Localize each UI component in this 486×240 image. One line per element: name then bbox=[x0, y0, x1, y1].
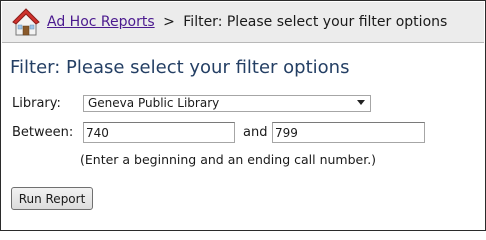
window-frame: Ad Hoc Reports > Filter: Please select y… bbox=[0, 0, 486, 231]
library-select[interactable]: Geneva Public Library bbox=[83, 95, 371, 112]
call-number-hint: (Enter a beginning and an ending call nu… bbox=[80, 152, 377, 167]
breadcrumb-separator: > bbox=[163, 14, 175, 30]
top-bar: Ad Hoc Reports > Filter: Please select y… bbox=[2, 2, 484, 43]
library-label: Library: bbox=[12, 96, 61, 111]
breadcrumb-current: Filter: Please select your filter option… bbox=[183, 14, 448, 30]
call-number-end-input[interactable] bbox=[272, 122, 425, 143]
call-number-start-input[interactable] bbox=[83, 122, 235, 143]
page-title: Filter: Please select your filter option… bbox=[10, 57, 350, 78]
and-label: and bbox=[243, 125, 268, 140]
breadcrumb-link-ad-hoc-reports[interactable]: Ad Hoc Reports bbox=[47, 14, 155, 30]
run-report-button[interactable]: Run Report bbox=[11, 187, 93, 210]
breadcrumb: Ad Hoc Reports > Filter: Please select y… bbox=[47, 14, 447, 30]
chevron-down-icon bbox=[357, 100, 365, 105]
home-icon[interactable] bbox=[10, 6, 42, 38]
library-selected-value: Geneva Public Library bbox=[88, 96, 220, 110]
between-label: Between: bbox=[12, 125, 74, 140]
